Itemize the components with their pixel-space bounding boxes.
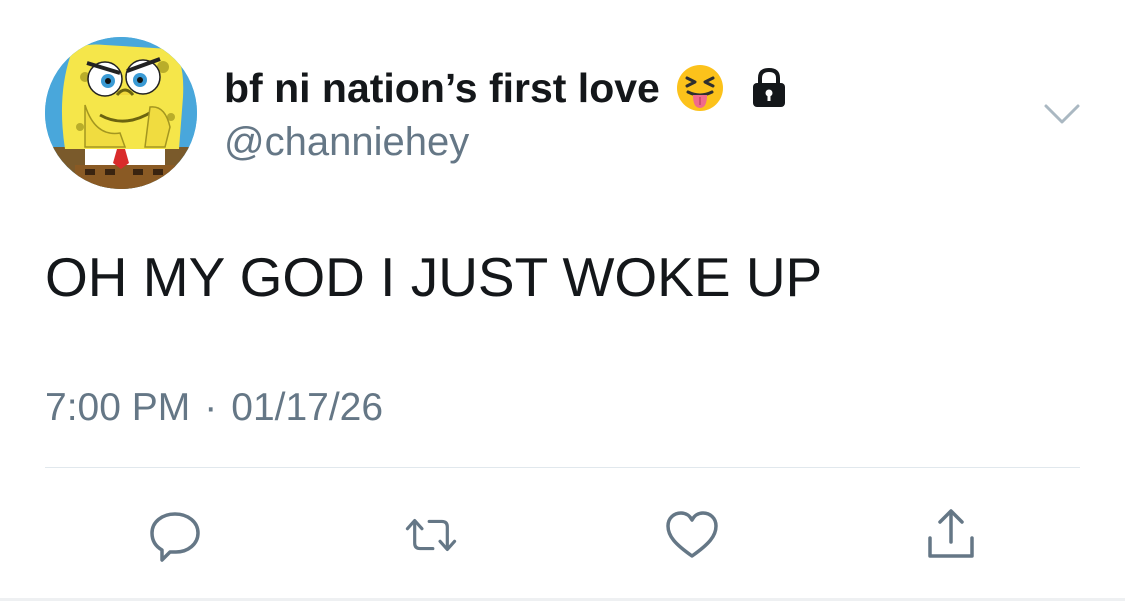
display-name-text: bf ni nation’s first love (224, 65, 660, 111)
squinting-face-with-tongue-icon (676, 64, 724, 112)
timestamp-separator: · (204, 386, 218, 429)
like-button[interactable] (663, 506, 721, 564)
retweet-icon (405, 518, 457, 552)
user-handle[interactable]: @channiehey (224, 118, 469, 166)
avatar[interactable] (45, 37, 197, 189)
share-button[interactable] (922, 506, 980, 564)
tweet-date: 01/17/26 (231, 386, 384, 429)
display-name[interactable]: bf ni nation’s first love (224, 62, 792, 114)
reply-button[interactable] (146, 506, 204, 564)
tweet-text: OH MY GOD I JUST WOKE UP (45, 246, 823, 308)
chevron-down-icon[interactable] (1042, 100, 1082, 128)
share-icon (928, 509, 974, 558)
tweet-time: 7:00 PM (45, 386, 191, 429)
retweet-button[interactable] (402, 506, 460, 564)
like-icon (666, 511, 718, 558)
lock-icon (746, 65, 792, 111)
divider (45, 467, 1080, 468)
timestamp[interactable]: 7:00 PM · 01/17/26 (45, 384, 383, 432)
reply-icon (150, 512, 200, 562)
